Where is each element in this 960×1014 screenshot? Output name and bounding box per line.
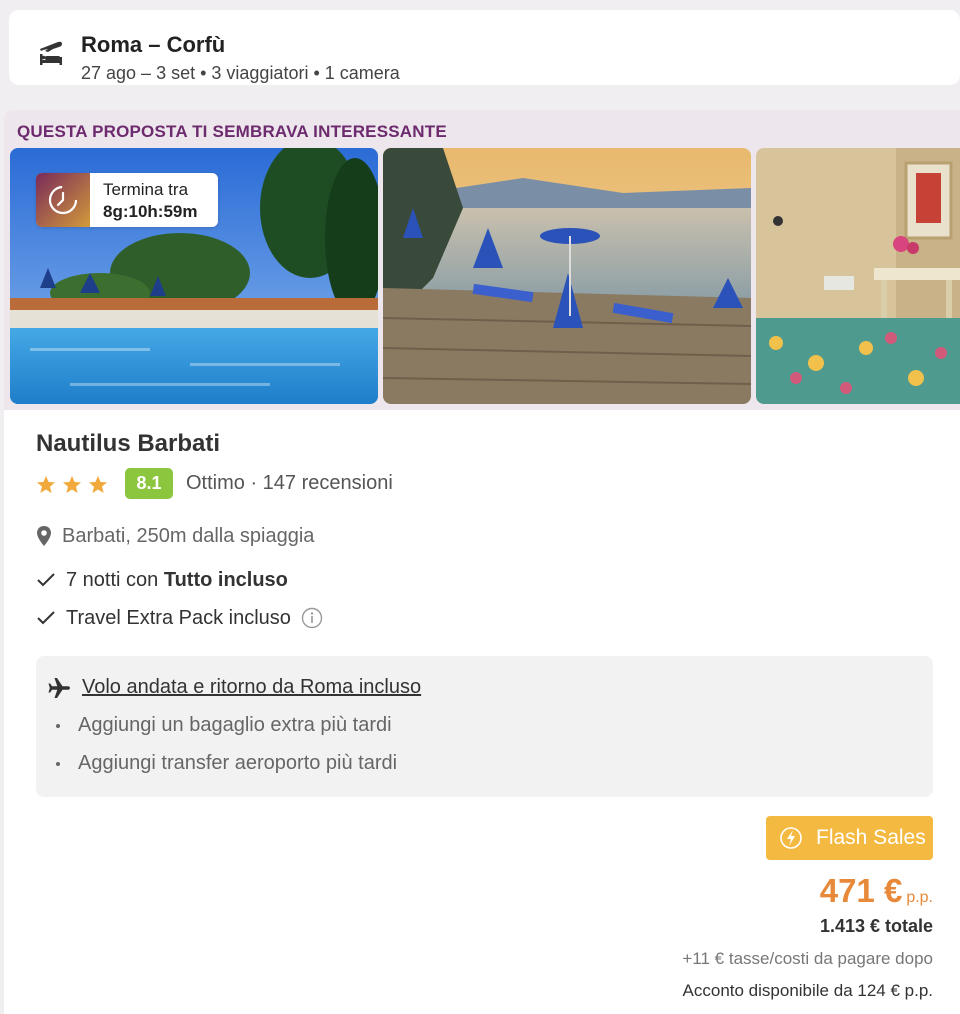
flash-sales-label: Flash Sales xyxy=(816,826,926,849)
price-unit: p.p. xyxy=(906,889,933,906)
timer-label: Termina tra xyxy=(103,180,189,199)
bullet-dot xyxy=(56,723,60,728)
hotel-location: Barbati, 250m dalla spiaggia xyxy=(36,523,314,549)
plane-icon xyxy=(48,677,70,698)
star-icon xyxy=(63,476,81,493)
timer-value: 8g:10h:59m xyxy=(103,202,198,221)
feature-bold-text: Tutto incluso xyxy=(163,568,288,591)
info-icon[interactable] xyxy=(301,607,323,629)
flight-hotel-icon xyxy=(37,36,67,72)
flight-link[interactable]: Volo andata e ritorno da Roma incluso xyxy=(82,676,421,699)
flash-sales-badge: Flash Sales xyxy=(766,816,933,860)
star-icon xyxy=(89,476,107,493)
feature-text: Travel Extra Pack incluso xyxy=(66,606,291,629)
extra-baggage-item: Aggiungi un bagaglio extra più tardi xyxy=(56,714,392,737)
feature-travel-pack: Travel Extra Pack incluso xyxy=(36,605,323,631)
extra-baggage-text: Aggiungi un bagaglio extra più tardi xyxy=(78,714,392,736)
card-tag: QUESTA PROPOSTA TI SEMBRAVA INTERESSANTE xyxy=(17,122,447,141)
offer-timer: Termina tra 8g:10h:59m xyxy=(36,173,218,227)
hotel-name[interactable]: Nautilus Barbati xyxy=(36,430,220,458)
transfer-item: Aggiungi transfer aeroporto più tardi xyxy=(56,752,397,775)
search-subtitle: 27 ago – 3 set • 3 viaggiatori • 1 camer… xyxy=(81,63,400,83)
review-score-badge: 8.1 xyxy=(125,468,173,499)
star-icon xyxy=(37,476,55,493)
lightning-icon xyxy=(780,827,802,849)
room-photo[interactable] xyxy=(756,148,960,404)
check-icon xyxy=(37,573,55,587)
offer-card[interactable]: QUESTA PROPOSTA TI SEMBRAVA INTERESSANTE xyxy=(4,110,960,1014)
price-total: 1.413 € totale xyxy=(819,916,933,936)
check-icon xyxy=(37,611,55,625)
star-rating xyxy=(36,472,108,498)
taxes-note: +11 € tasse/costi da pagare dopo xyxy=(682,949,933,968)
pool-photo[interactable]: Termina tra 8g:10h:59m xyxy=(10,148,378,404)
timer-icon xyxy=(36,173,90,227)
location-text: Barbati, 250m dalla spiaggia xyxy=(62,524,315,547)
flight-info-box: Volo andata e ritorno da Roma incluso Ag… xyxy=(36,656,933,797)
location-pin-icon xyxy=(37,526,51,546)
price-value: 471 € xyxy=(819,872,903,909)
feature-text: 7 notti con xyxy=(66,568,164,591)
search-title: Roma – Corfù xyxy=(81,32,226,57)
sea-deck-photo[interactable] xyxy=(383,148,751,404)
flight-included[interactable]: Volo andata e ritorno da Roma incluso xyxy=(48,676,421,699)
bullet-dot xyxy=(56,761,60,766)
review-summary[interactable]: Ottimo · 147 recensioni xyxy=(186,472,393,495)
deposit-note: Acconto disponibile da 124 € p.p. xyxy=(682,981,933,1000)
search-summary[interactable]: Roma – Corfù 27 ago – 3 set • 3 viaggiat… xyxy=(9,10,960,85)
price-per-person: 471 € p.p. xyxy=(820,872,933,910)
transfer-text: Aggiungi transfer aeroporto più tardi xyxy=(78,752,398,774)
feature-all-inclusive: 7 notti con Tutto incluso xyxy=(36,567,288,593)
